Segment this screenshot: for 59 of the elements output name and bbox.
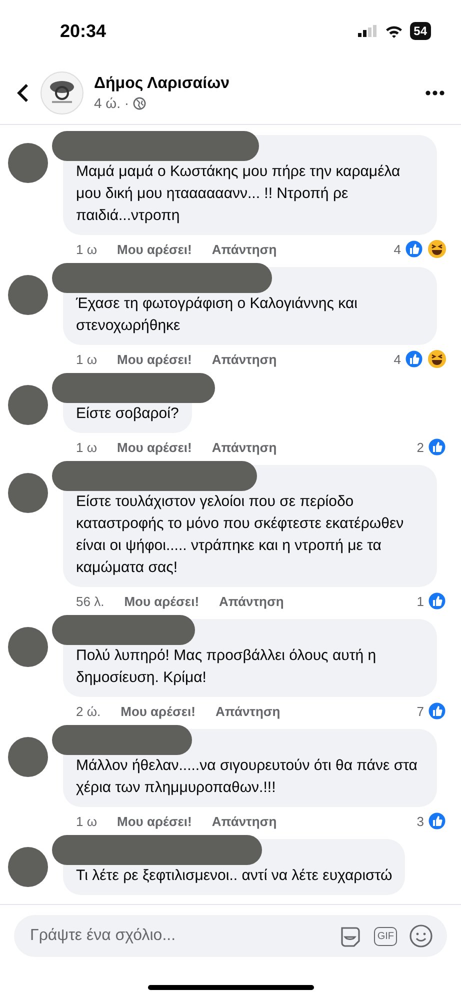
comment-text: Μαμά μαμά ο Κωστάκης μου πήρε την καραμέλα μου δική μου ηταααααανν... !! Ντροπή ρε παιδιά...ντροπη bbox=[76, 162, 402, 226]
like-icon bbox=[427, 437, 447, 457]
comment-time: 1 ω bbox=[76, 352, 97, 366]
post-time: 4 ώ. · bbox=[94, 95, 130, 111]
page-name[interactable]: Δήμος Λαρισαίων bbox=[94, 75, 415, 93]
battery-level: 54 bbox=[410, 22, 431, 40]
like-link[interactable]: Μου αρέσει! bbox=[117, 440, 192, 454]
reply-link[interactable]: Απάντηση bbox=[212, 352, 277, 366]
reply-link[interactable]: Απάντηση bbox=[212, 242, 277, 256]
comment-text: Τι λέτε ρε ξεφτιλισμενοι.. αντί να λέτε ευχαριστώ bbox=[76, 866, 392, 886]
avatar bbox=[8, 473, 48, 513]
like-link[interactable]: Μου αρέσει! bbox=[117, 352, 192, 366]
like-link[interactable]: Μου αρέσει! bbox=[120, 704, 196, 718]
avatar bbox=[8, 143, 48, 183]
clock-time: 20:34 bbox=[60, 20, 106, 42]
like-icon bbox=[427, 591, 447, 611]
like-icon bbox=[427, 701, 447, 721]
like-link[interactable]: Μου αρέσει! bbox=[117, 814, 192, 828]
reaction-count: 4 bbox=[394, 352, 401, 366]
comment-field[interactable]: Γράψτε ένα σχόλιο... GIF bbox=[14, 915, 447, 957]
comment-text: Είστε σοβαροί? bbox=[76, 404, 179, 424]
reaction-count: 2 bbox=[416, 440, 424, 454]
like-icon bbox=[427, 811, 447, 831]
avatar bbox=[8, 847, 48, 887]
comment-text: Πολύ λυπηρό! Μας προσβάλλει όλους αυτή η δημοσίευση. Κρίμα! bbox=[76, 646, 378, 688]
like-icon bbox=[404, 239, 424, 259]
wifi-icon bbox=[384, 24, 403, 38]
avatar bbox=[8, 737, 48, 777]
reply-link[interactable]: Απάντηση bbox=[212, 814, 277, 828]
comment-text: Είστε τουλάχιστον γελοίοι που σε περίοδο καταστροφής το μόνο που σκέφτεστε εκατέρωθεν είναι οι ψήφοι..... ντράπηκε και η ντροπή με τα καμώματα σας! bbox=[76, 492, 405, 578]
like-link[interactable]: Μου αρέσει! bbox=[124, 594, 200, 608]
comment-text: Έχασε τη φωτογράφιση ο Καλογιάννης και στενοχωρήθηκε bbox=[76, 294, 358, 336]
comment-time: 2 ώ. bbox=[76, 704, 101, 718]
laughing-face-icon bbox=[427, 239, 447, 259]
signal-icon bbox=[358, 25, 378, 37]
gif-button[interactable]: GIF bbox=[374, 926, 397, 946]
laughing-face-icon bbox=[427, 349, 447, 369]
page-avatar[interactable] bbox=[40, 71, 84, 115]
comment-time: 56 λ. bbox=[76, 594, 104, 608]
comment-time: 1 ω bbox=[76, 242, 97, 256]
avatar bbox=[8, 627, 48, 667]
like-icon bbox=[404, 349, 424, 369]
comment-time: 1 ω bbox=[76, 814, 97, 828]
avatar bbox=[8, 275, 48, 315]
reply-link[interactable]: Απάντηση bbox=[219, 594, 284, 608]
like-link[interactable]: Μου αρέσει! bbox=[117, 242, 192, 256]
comment-text: Μάλλον ήθελαν.....να σιγουρευτούν ότι θα πάνε στα χέρια των πλημμυροπαθων.!!! bbox=[76, 756, 418, 798]
avatar bbox=[8, 385, 48, 425]
reaction-count: 7 bbox=[416, 704, 424, 718]
back-icon[interactable] bbox=[16, 83, 30, 103]
reply-link[interactable]: Απάντηση bbox=[212, 440, 277, 454]
reply-link[interactable]: Απάντηση bbox=[215, 704, 280, 718]
reaction-count: 1 bbox=[416, 594, 424, 608]
reaction-count: 4 bbox=[394, 242, 401, 256]
more-icon[interactable] bbox=[425, 90, 445, 96]
emoji-icon[interactable] bbox=[409, 924, 433, 948]
comment-time: 1 ω bbox=[76, 440, 97, 454]
sticker-icon[interactable] bbox=[338, 924, 362, 948]
reaction-count: 3 bbox=[416, 814, 424, 828]
